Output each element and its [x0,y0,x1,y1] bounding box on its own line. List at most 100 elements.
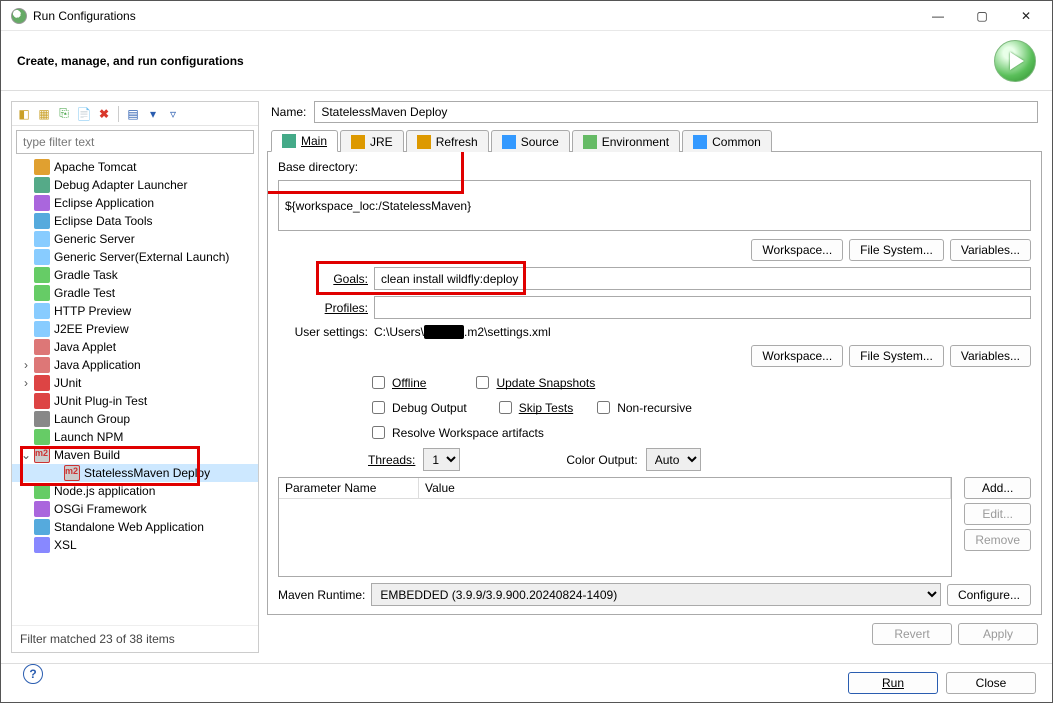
variables-button-2[interactable]: Variables... [950,345,1031,367]
tree-item-icon [34,231,50,247]
tree-item-icon: m2 [34,447,50,463]
tree-item[interactable]: Standalone Web Application [12,518,258,536]
profiles-input[interactable] [374,296,1031,319]
variables-button-1[interactable]: Variables... [950,239,1031,261]
tree-item-icon [34,501,50,517]
configure-runtime-button[interactable]: Configure... [947,584,1031,606]
tab-common[interactable]: Common [682,130,772,152]
color-output-select[interactable]: Auto [646,448,701,471]
filter-menu-icon[interactable]: ▿ [165,106,181,122]
tree-item-icon [34,375,50,391]
expand-all-icon[interactable]: ▤ [125,106,141,122]
maximize-button[interactable]: ▢ [960,2,1004,30]
workspace-button-2[interactable]: Workspace... [751,345,843,367]
tab-icon [502,135,516,149]
close-window-button[interactable]: ✕ [1004,2,1048,30]
left-panel: ◧ ▦ ⎘ 📄 ✖ ▤ ▾ ▿ type filter text Apache … [11,101,259,653]
tree-item[interactable]: Generic Server [12,230,258,248]
tree-item[interactable]: Launch Group [12,410,258,428]
tree-item[interactable]: JUnit Plug-in Test [12,392,258,410]
maven-runtime-select[interactable]: EMBEDDED (3.9.9/3.9.900.20240824-1409) [371,583,941,606]
tree-item-icon [34,357,50,373]
filesystem-button-1[interactable]: File System... [849,239,944,261]
name-label: Name: [271,105,306,119]
tab-icon [417,135,431,149]
workspace-button-1[interactable]: Workspace... [751,239,843,261]
new-config-icon[interactable]: ◧ [16,106,32,122]
tree-item[interactable]: Eclipse Application [12,194,258,212]
tree-item[interactable]: Apache Tomcat [12,158,258,176]
window-run-configurations: Run Configurations — ▢ ✕ Create, manage,… [0,0,1053,703]
new-prototype-icon[interactable]: ▦ [36,106,52,122]
tree-item-child[interactable]: m2StatelessMaven Deploy [12,464,258,482]
apply-button: Apply [958,623,1038,645]
tree-item-icon [34,483,50,499]
tab-icon [693,135,707,149]
tree-item[interactable]: Launch NPM [12,428,258,446]
tree-item-icon [34,393,50,409]
tab-source[interactable]: Source [491,130,570,152]
close-button[interactable]: Close [946,672,1036,694]
tab-refresh[interactable]: Refresh [406,130,489,152]
help-icon[interactable]: ? [23,664,43,684]
param-col-value[interactable]: Value [419,478,951,498]
add-param-button[interactable]: Add... [964,477,1031,499]
filesystem-button-2[interactable]: File System... [849,345,944,367]
base-dir-label: Base directory: [278,160,1031,174]
tree-item-icon [34,249,50,265]
tab-main[interactable]: Main [271,130,338,152]
edit-param-button: Edit... [964,503,1031,525]
non-recursive-checkbox[interactable]: Non-recursive [593,398,692,417]
tree-item[interactable]: Gradle Test [12,284,258,302]
tab-icon [351,135,365,149]
threads-select[interactable]: 1 [423,448,460,471]
tab-main-pane: Base directory: Workspace... File System… [267,152,1042,615]
duplicate-icon[interactable]: 📄 [76,106,92,122]
minimize-button[interactable]: — [916,2,960,30]
resolve-workspace-checkbox[interactable]: Resolve Workspace artifacts [368,423,544,442]
tree-item-icon [34,339,50,355]
tree-item-icon [34,159,50,175]
tree-item[interactable]: Generic Server(External Launch) [12,248,258,266]
update-snapshots-checkbox[interactable]: Update Snapshots [472,373,595,392]
tree-item[interactable]: OSGi Framework [12,500,258,518]
right-panel: Name: MainJRERefreshSourceEnvironmentCom… [267,101,1042,653]
goals-input[interactable] [374,267,1031,290]
delete-icon[interactable]: ✖ [96,106,112,122]
name-input[interactable] [314,101,1038,123]
goals-label: Goals: [278,272,368,286]
run-button[interactable]: Run [848,672,938,694]
tree-item[interactable]: Node.js application [12,482,258,500]
tree-item[interactable]: ›JUnit [12,374,258,392]
base-dir-input[interactable] [278,180,1031,231]
user-settings-input[interactable]: C:\Users\.m2\settings.xml [374,325,551,339]
tree-item-icon [34,267,50,283]
filter-input[interactable]: type filter text [16,130,254,154]
param-col-name[interactable]: Parameter Name [279,478,419,498]
tree-item[interactable]: Gradle Task [12,266,258,284]
tree-item[interactable]: Eclipse Data Tools [12,212,258,230]
skip-tests-checkbox[interactable]: Skip Tests [495,398,573,417]
parameters-table[interactable]: Parameter Name Value [278,477,952,577]
filter-matched-label: Filter matched 23 of 38 items [12,625,258,652]
tab-environment[interactable]: Environment [572,130,680,152]
tab-icon [282,134,296,148]
tree-item-icon [34,537,50,553]
profiles-label: Profiles: [278,301,368,315]
debug-output-checkbox[interactable]: Debug Output [368,398,467,417]
tree-item-icon [34,321,50,337]
export-icon[interactable]: ⎘ [56,106,72,122]
collapse-all-icon[interactable]: ▾ [145,106,161,122]
tree-item[interactable]: Java Applet [12,338,258,356]
tree-item[interactable]: ⌄m2Maven Build [12,446,258,464]
tree-item[interactable]: HTTP Preview [12,302,258,320]
redacted-username [424,325,464,339]
tree-item[interactable]: J2EE Preview [12,320,258,338]
tree-item[interactable]: Debug Adapter Launcher [12,176,258,194]
tab-jre[interactable]: JRE [340,130,404,152]
tree-item[interactable]: XSL [12,536,258,554]
tree-item[interactable]: ›Java Application [12,356,258,374]
threads-label: Threads: [368,453,415,467]
offline-checkbox[interactable]: Offline [368,373,426,392]
config-tree[interactable]: Apache TomcatDebug Adapter LauncherEclip… [12,158,258,625]
